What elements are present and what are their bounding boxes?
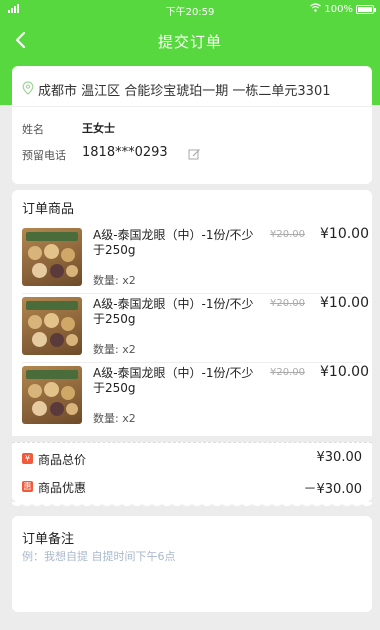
address-card[interactable]: 成都市 温江区 合能珍宝琥珀一期 一栋二单元3301 姓名 王女士 预留电话 1… <box>12 66 372 184</box>
price-summary-card: ¥ 商品总价 ¥30.00 惠 商品优惠 －¥30.00 <box>12 442 372 502</box>
discount-icon: 惠 <box>22 481 33 492</box>
list-item[interactable]: A级-泰国龙眼（中）-1份/不少于250g ¥20.00 ¥10.00 数量: … <box>22 295 369 357</box>
product-image <box>22 297 82 355</box>
total-price-value: ¥30.00 <box>316 450 363 465</box>
wifi-icon <box>310 3 322 15</box>
original-price: ¥20.00 <box>270 298 305 309</box>
nav-bar: 提交订单 <box>0 24 380 58</box>
order-remark-card: 订单备注 例：我想自提 自提时间下午6点 <box>12 516 372 612</box>
product-price: ¥10.00 <box>320 364 369 380</box>
status-bar: 下午20:59 100% <box>0 0 380 18</box>
product-name: A级-泰国龙眼（中）-1份/不少于250g <box>93 228 254 257</box>
discount-label: 商品优惠 <box>38 481 87 495</box>
product-name: A级-泰国龙眼（中）-1份/不少于250g <box>93 366 254 395</box>
phone-label: 预留电话 <box>22 149 66 162</box>
product-price: ¥10.00 <box>320 226 369 242</box>
discount-value: －¥30.00 <box>303 482 363 497</box>
total-price-label: 商品总价 <box>38 453 87 467</box>
battery-icon <box>356 4 376 14</box>
original-price: ¥20.00 <box>270 367 305 378</box>
product-quantity: 数量: x2 <box>93 412 136 425</box>
wavy-edge <box>12 502 372 506</box>
product-image <box>22 228 82 286</box>
product-name: A级-泰国龙眼（中）-1份/不少于250g <box>93 297 254 326</box>
goods-section-title: 订单商品 <box>22 202 75 217</box>
total-price-row: ¥ 商品总价 ¥30.00 <box>22 450 363 469</box>
list-item[interactable]: A级-泰国龙眼（中）-1份/不少于250g ¥20.00 ¥10.00 数量: … <box>22 226 369 288</box>
original-price: ¥20.00 <box>270 229 305 240</box>
list-item[interactable]: A级-泰国龙眼（中）-1份/不少于250g ¥20.00 ¥10.00 数量: … <box>22 364 369 426</box>
product-image <box>22 366 82 424</box>
divider <box>22 362 362 363</box>
address-text: 成都市 温江区 合能珍宝琥珀一期 一栋二单元3301 <box>38 84 331 99</box>
order-goods-card: 订单商品 A级-泰国龙眼（中）-1份/不少于250g ¥20.00 ¥10.00… <box>12 190 372 436</box>
location-pin-icon <box>22 80 34 99</box>
name-value: 王女士 <box>82 122 115 135</box>
product-quantity: 数量: x2 <box>93 343 136 356</box>
divider <box>12 106 372 107</box>
edit-icon[interactable] <box>188 146 201 165</box>
discount-row: 惠 商品优惠 －¥30.00 <box>22 479 362 497</box>
divider <box>22 293 362 294</box>
page-title: 提交订单 <box>157 33 222 51</box>
product-quantity: 数量: x2 <box>93 274 136 287</box>
name-label: 姓名 <box>22 123 44 136</box>
battery-percent: 100% <box>324 3 353 15</box>
remark-input[interactable]: 例：我想自提 自提时间下午6点 <box>22 548 176 564</box>
remark-title: 订单备注 <box>22 532 75 547</box>
address-row[interactable]: 成都市 温江区 合能珍宝琥珀一期 一栋二单元3301 <box>22 80 330 99</box>
phone-value: 1818***0293 <box>82 145 168 160</box>
product-price: ¥10.00 <box>320 295 369 311</box>
yuan-icon: ¥ <box>22 453 33 464</box>
